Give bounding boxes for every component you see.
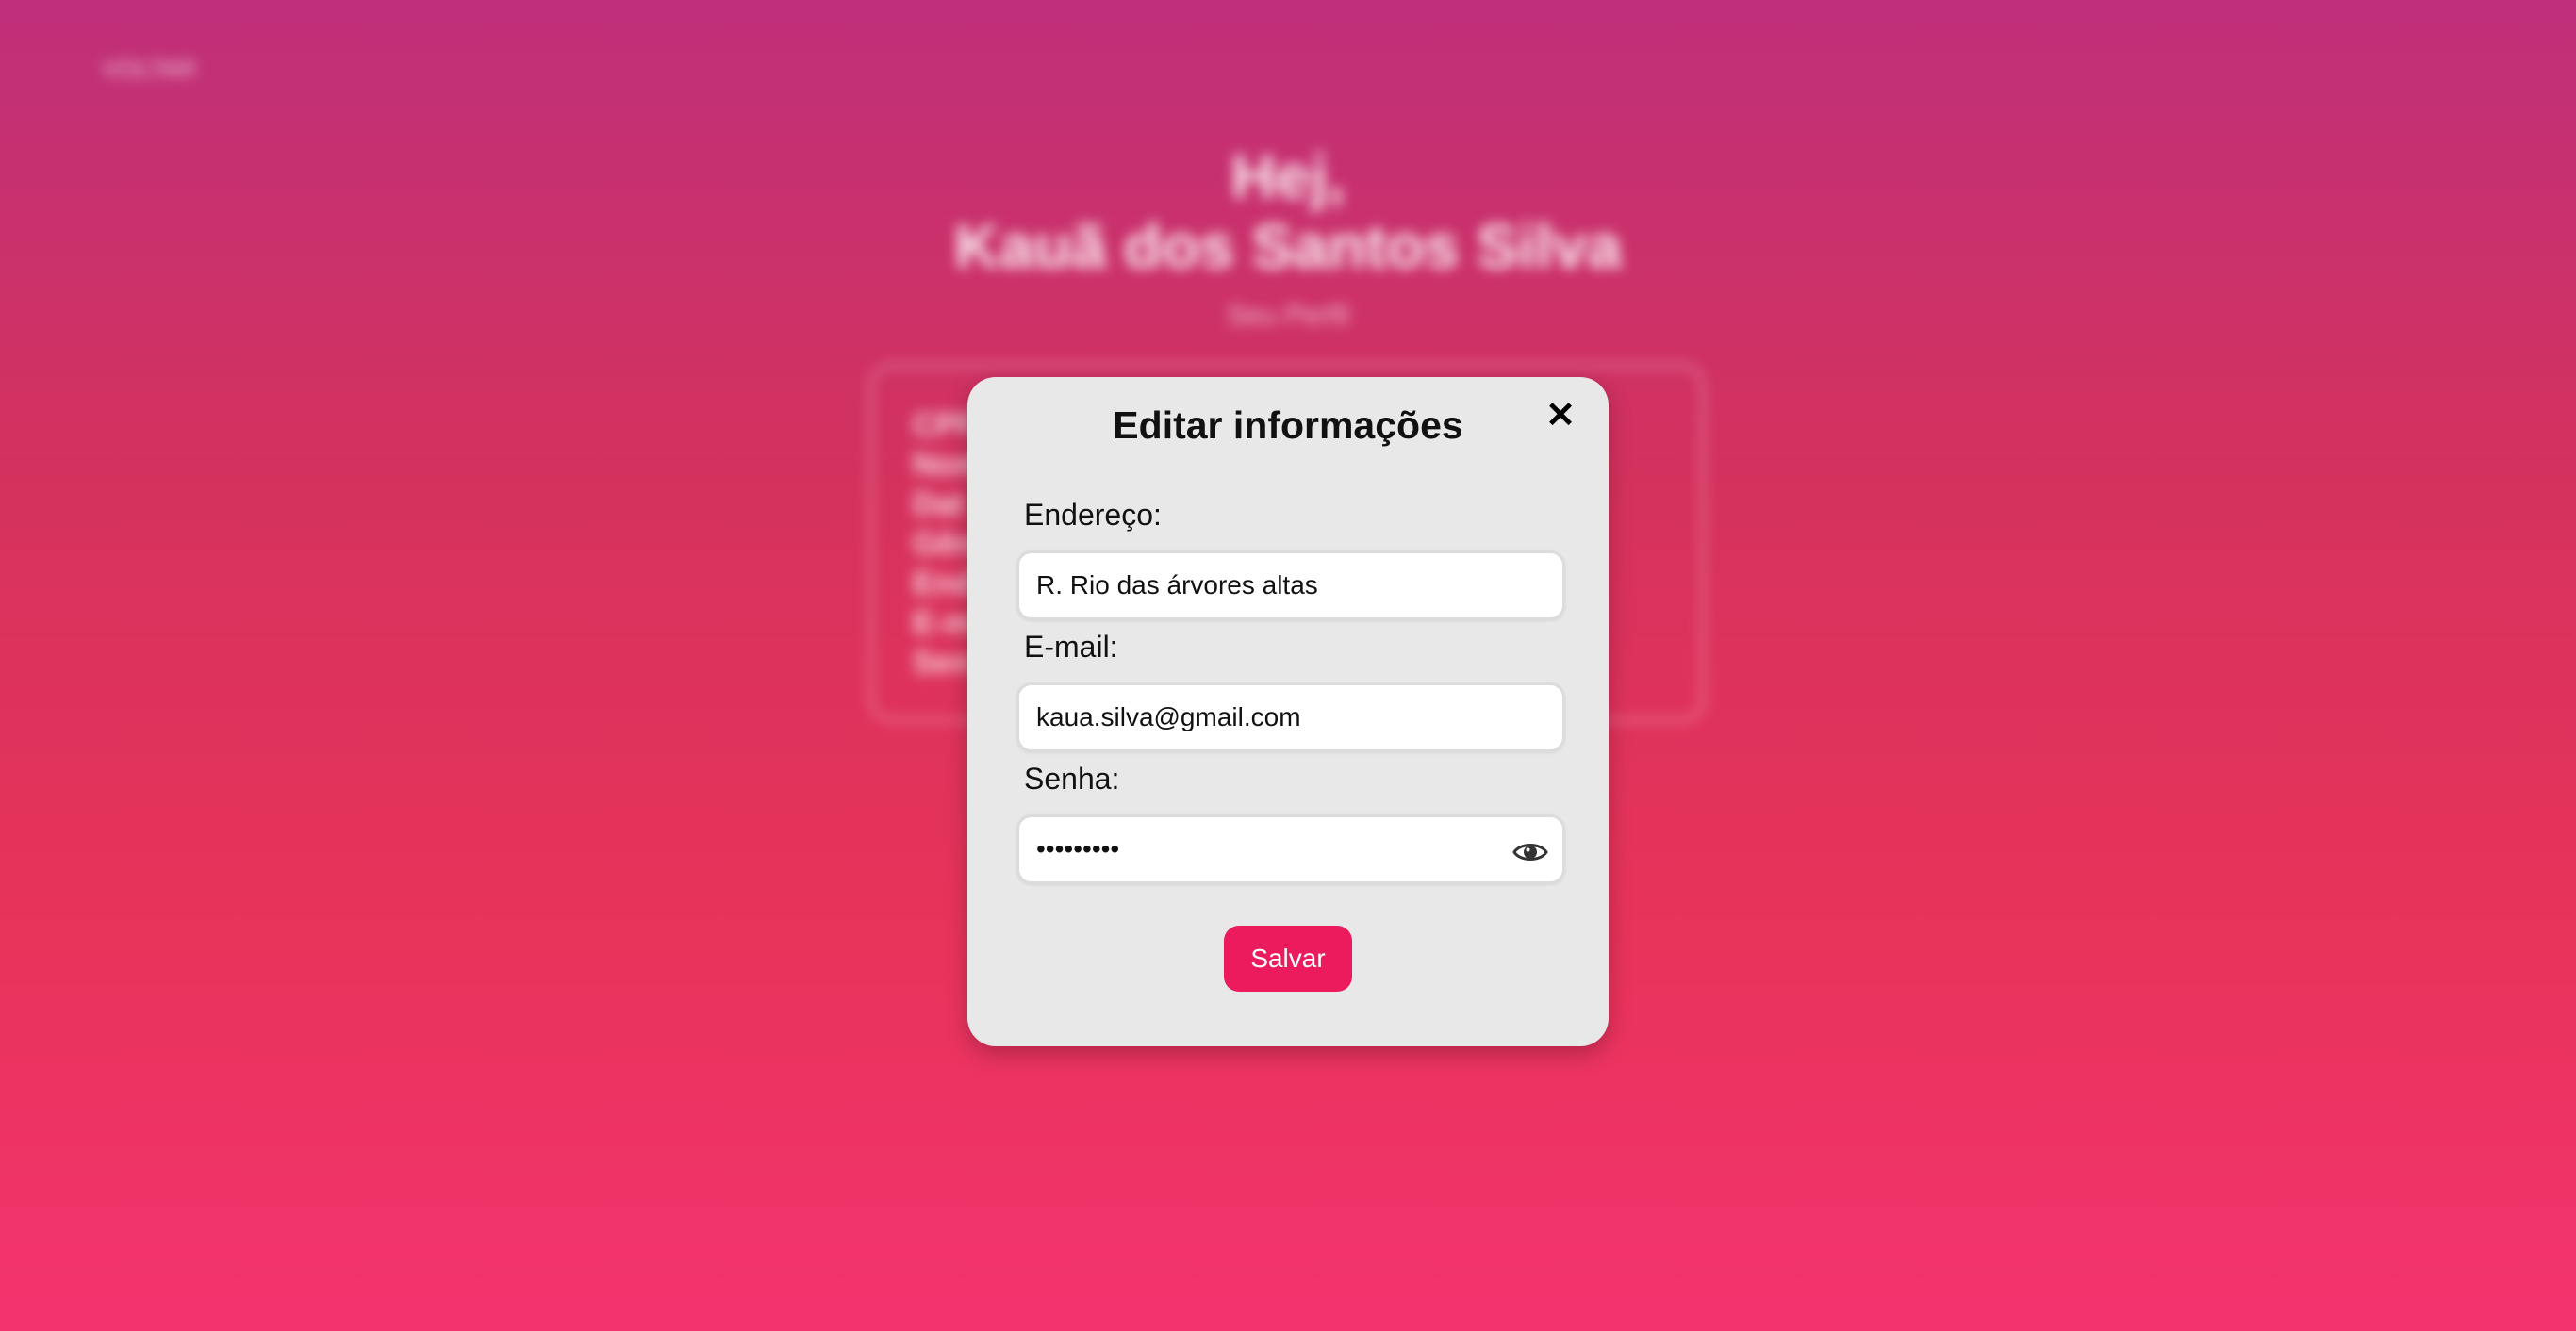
edit-info-modal: Editar informações ✕ Endereço: E-mail: S… (967, 377, 1609, 1046)
password-field-box (1016, 814, 1565, 884)
address-label: Endereço: (1024, 498, 1162, 532)
greeting-line-1: Hej, (1230, 141, 1346, 211)
close-icon[interactable]: ✕ (1541, 396, 1580, 435)
address-input[interactable] (1036, 553, 1489, 617)
greeting-user-name: Kauã dos Santos Silva (954, 211, 1622, 281)
email-field-box (1016, 682, 1565, 752)
address-field-box (1016, 550, 1565, 620)
profile-subtitle: Seu Perfil (1226, 300, 1350, 331)
greeting-heading: Hej, Kauã dos Santos Silva (0, 141, 2576, 281)
password-label: Senha: (1024, 762, 1120, 796)
password-input[interactable] (1036, 817, 1489, 881)
email-input[interactable] (1036, 685, 1489, 749)
save-button[interactable]: Salvar (1224, 926, 1352, 992)
modal-title: Editar informações (1113, 403, 1463, 447)
eye-icon[interactable] (1511, 833, 1549, 871)
email-label: E-mail: (1024, 630, 1118, 664)
back-link[interactable]: VOLTAR (102, 55, 196, 84)
